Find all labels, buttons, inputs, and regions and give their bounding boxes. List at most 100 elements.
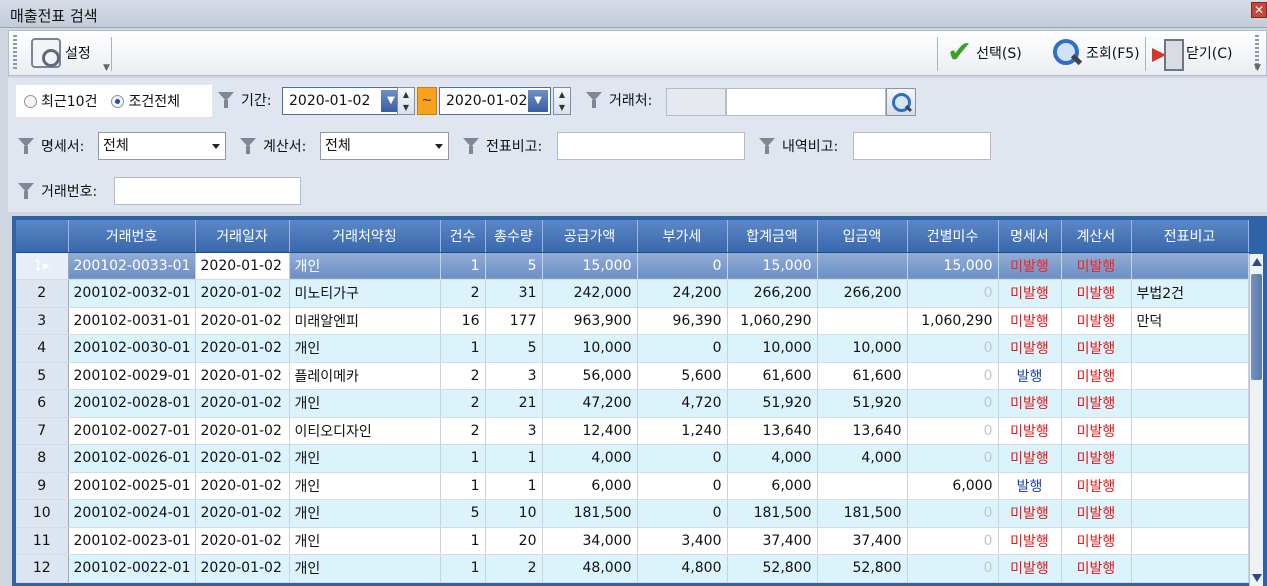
- column-header[interactable]: 총수량: [485, 220, 543, 253]
- statement-status-cell[interactable]: 미발행: [998, 527, 1062, 555]
- table-row[interactable]: 8 200102-0026-01 2020-01-02 개인 1 1 4,000 0 4,000…: [16, 444, 1249, 473]
- trade-date-cell[interactable]: 2020-01-02: [195, 334, 290, 363]
- table-row[interactable]: 10 200102-0024-01 2020-01-02 개인 5 10 181,500 0 1…: [16, 499, 1249, 528]
- total-cell[interactable]: 181,500: [727, 499, 818, 528]
- vat-cell[interactable]: 0: [637, 334, 728, 363]
- column-header[interactable]: 입금액: [817, 220, 908, 253]
- table-row[interactable]: 11 200102-0023-01 2020-01-02 개인 1 20 34,000 3,4…: [16, 527, 1249, 555]
- row-number-cell[interactable]: 6: [16, 389, 69, 418]
- qty-cell[interactable]: 1: [485, 444, 543, 473]
- statement-status-cell[interactable]: 발행: [998, 472, 1062, 500]
- scroll-thumb[interactable]: [1251, 274, 1262, 380]
- paid-cell[interactable]: 10,000: [817, 334, 908, 363]
- total-cell[interactable]: 61,600: [727, 362, 818, 390]
- paid-cell[interactable]: 37,400: [817, 527, 908, 555]
- due-cell[interactable]: 15,000: [907, 252, 999, 280]
- vat-cell[interactable]: 24,200: [637, 279, 728, 308]
- total-cell[interactable]: 6,000: [727, 472, 818, 500]
- statement-status-cell[interactable]: 미발행: [998, 279, 1062, 308]
- radio-recent-10[interactable]: 최근10건: [24, 91, 97, 111]
- toolbar-overflow-chevron-icon[interactable]: ▼: [1254, 63, 1261, 73]
- slip-note-cell[interactable]: [1131, 527, 1249, 555]
- paid-cell[interactable]: [817, 252, 908, 280]
- supply-cell[interactable]: 181,500: [542, 499, 638, 528]
- vat-cell[interactable]: 4,720: [637, 389, 728, 418]
- trade-no-cell[interactable]: 200102-0033-01: [68, 252, 196, 280]
- trade-no-cell[interactable]: 200102-0023-01: [68, 527, 196, 555]
- supply-cell[interactable]: 15,000: [542, 252, 638, 280]
- date-to-field[interactable]: 2020-01-02 ▼: [439, 87, 551, 115]
- date-range-separator[interactable]: ~: [417, 87, 437, 115]
- slip-note-cell[interactable]: [1131, 472, 1249, 500]
- row-number-cell[interactable]: 1▸: [16, 252, 69, 280]
- client-cell[interactable]: 개인: [289, 527, 441, 555]
- due-cell[interactable]: 0: [907, 444, 999, 473]
- trade-date-cell[interactable]: 2020-01-02: [195, 279, 290, 308]
- column-header[interactable]: 거래번호: [68, 220, 196, 253]
- cnt-cell[interactable]: 2: [440, 389, 486, 418]
- cnt-cell[interactable]: 1: [440, 444, 486, 473]
- vat-cell[interactable]: 4,800: [637, 554, 728, 583]
- paid-cell[interactable]: 4,000: [817, 444, 908, 473]
- vat-cell[interactable]: 0: [637, 252, 728, 280]
- trade-date-cell[interactable]: 2020-01-02: [195, 499, 290, 528]
- slip-note-cell[interactable]: [1131, 252, 1249, 280]
- slip-note-cell[interactable]: 만덕: [1131, 307, 1249, 335]
- trade-date-cell[interactable]: 2020-01-02: [195, 389, 290, 418]
- invoice-status-cell[interactable]: 미발행: [1061, 527, 1132, 555]
- column-header[interactable]: 합계금액: [727, 220, 818, 253]
- vat-cell[interactable]: 0: [637, 472, 728, 500]
- trade-date-cell[interactable]: 2020-01-02: [195, 252, 290, 280]
- slip-note-cell[interactable]: 부법2건: [1131, 279, 1249, 308]
- client-cell[interactable]: 개인: [289, 389, 441, 418]
- trade-date-cell[interactable]: 2020-01-02: [195, 307, 290, 335]
- qty-cell[interactable]: 3: [485, 362, 543, 390]
- due-cell[interactable]: 0: [907, 362, 999, 390]
- filter-funnel-icon[interactable]: [218, 91, 235, 109]
- client-cell[interactable]: 개인: [289, 472, 441, 500]
- slip-note-cell[interactable]: [1131, 362, 1249, 390]
- table-row[interactable]: 4 200102-0030-01 2020-01-02 개인 1 5 10,000 0 10,0…: [16, 334, 1249, 363]
- filter-funnel-icon[interactable]: [18, 182, 35, 200]
- statement-status-cell[interactable]: 미발행: [998, 444, 1062, 473]
- total-cell[interactable]: 37,400: [727, 527, 818, 555]
- vat-cell[interactable]: 1,240: [637, 417, 728, 445]
- trade-no-cell[interactable]: 200102-0029-01: [68, 362, 196, 390]
- row-number-cell[interactable]: 2: [16, 279, 69, 308]
- client-name-field[interactable]: [726, 88, 886, 116]
- vat-cell[interactable]: 0: [637, 444, 728, 473]
- qty-cell[interactable]: 5: [485, 334, 543, 363]
- column-header[interactable]: 건수: [440, 220, 486, 253]
- paid-cell[interactable]: 61,600: [817, 362, 908, 390]
- total-cell[interactable]: 4,000: [727, 444, 818, 473]
- supply-cell[interactable]: 56,000: [542, 362, 638, 390]
- toolbar-grip[interactable]: [13, 35, 17, 71]
- column-header[interactable]: 건별미수: [907, 220, 999, 253]
- table-row[interactable]: 3 200102-0031-01 2020-01-02 미래알엔피 16 177 963,9…: [16, 307, 1249, 335]
- trade-date-cell[interactable]: 2020-01-02: [195, 472, 290, 500]
- total-cell[interactable]: 1,060,290: [727, 307, 818, 335]
- client-cell[interactable]: 미노티가구: [289, 279, 441, 308]
- table-row[interactable]: 2 200102-0032-01 2020-01-02 미노티가구 2 31 242,000…: [16, 279, 1249, 308]
- paid-cell[interactable]: 13,640: [817, 417, 908, 445]
- cnt-cell[interactable]: 1: [440, 334, 486, 363]
- row-number-cell[interactable]: 5: [16, 362, 69, 390]
- cnt-cell[interactable]: 1: [440, 554, 486, 583]
- statement-status-cell[interactable]: 미발행: [998, 499, 1062, 528]
- filter-funnel-icon[interactable]: [18, 137, 35, 155]
- table-row[interactable]: 1▸ 200102-0033-01 2020-01-02 개인 1 5 15,000 0 15,…: [16, 252, 1249, 280]
- due-cell[interactable]: 0: [907, 554, 999, 583]
- column-header[interactable]: 계산서: [1061, 220, 1132, 253]
- row-number-cell[interactable]: 10: [16, 499, 69, 528]
- paid-cell[interactable]: 52,800: [817, 554, 908, 583]
- statement-status-cell[interactable]: 미발행: [998, 252, 1062, 280]
- invoice-status-cell[interactable]: 미발행: [1061, 279, 1132, 308]
- cnt-cell[interactable]: 5: [440, 499, 486, 528]
- radio-all-conditions[interactable]: 조건전체: [111, 91, 180, 111]
- due-cell[interactable]: 6,000: [907, 472, 999, 500]
- qty-cell[interactable]: 177: [485, 307, 543, 335]
- supply-cell[interactable]: 12,400: [542, 417, 638, 445]
- invoice-status-cell[interactable]: 미발행: [1061, 417, 1132, 445]
- total-cell[interactable]: 52,800: [727, 554, 818, 583]
- date-from-spinner[interactable]: ▲ ▼: [397, 87, 415, 115]
